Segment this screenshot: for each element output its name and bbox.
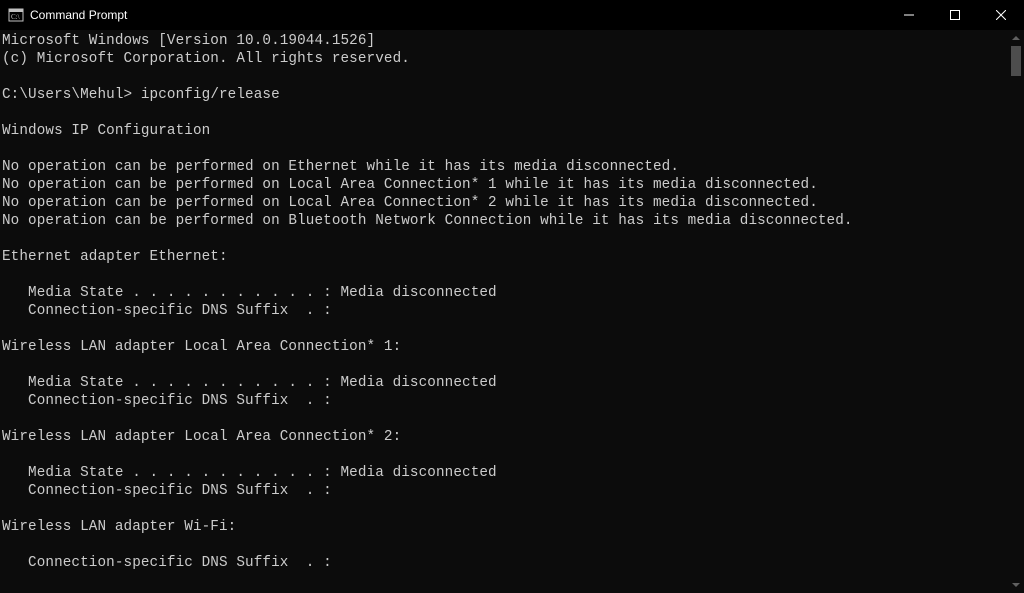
output-line: Microsoft Windows [Version 10.0.19044.15… [2, 33, 375, 49]
output-line: (c) Microsoft Corporation. All rights re… [2, 51, 410, 67]
scrollbar-track[interactable] [1008, 46, 1024, 577]
scrollbar-up-button[interactable] [1008, 30, 1024, 46]
output-line: Connection-specific DNS Suffix . : [2, 303, 332, 319]
output-line: No operation can be performed on Local A… [2, 195, 818, 211]
window-controls [886, 0, 1024, 30]
terminal-area[interactable]: Microsoft Windows [Version 10.0.19044.15… [0, 30, 1024, 593]
minimize-button[interactable] [886, 0, 932, 30]
maximize-button[interactable] [932, 0, 978, 30]
vertical-scrollbar[interactable] [1008, 30, 1024, 593]
output-line: Connection-specific DNS Suffix . : [2, 555, 332, 571]
window-titlebar[interactable]: C:\ Command Prompt [0, 0, 1024, 30]
terminal-output[interactable]: Microsoft Windows [Version 10.0.19044.15… [0, 30, 1024, 593]
output-line: No operation can be performed on Etherne… [2, 159, 679, 175]
output-line: Wireless LAN adapter Local Area Connecti… [2, 339, 401, 355]
window-title: Command Prompt [30, 8, 886, 22]
close-button[interactable] [978, 0, 1024, 30]
output-line: Media State . . . . . . . . . . . : Medi… [2, 285, 497, 301]
prompt-text: C:\Users\Mehul> [2, 87, 132, 103]
output-line: Wireless LAN adapter Wi-Fi: [2, 519, 236, 535]
output-line: No operation can be performed on Bluetoo… [2, 213, 853, 229]
output-line: Connection-specific DNS Suffix . : [2, 483, 332, 499]
svg-text:C:\: C:\ [11, 13, 20, 21]
command-text: ipconfig/release [132, 87, 280, 103]
scrollbar-thumb[interactable] [1011, 46, 1021, 76]
scrollbar-down-button[interactable] [1008, 577, 1024, 593]
output-line: Media State . . . . . . . . . . . : Medi… [2, 465, 497, 481]
output-line: Media State . . . . . . . . . . . : Medi… [2, 375, 497, 391]
output-line: Connection-specific DNS Suffix . : [2, 393, 332, 409]
output-line: Wireless LAN adapter Local Area Connecti… [2, 429, 401, 445]
output-line: Ethernet adapter Ethernet: [2, 249, 228, 265]
output-line: No operation can be performed on Local A… [2, 177, 818, 193]
cmd-icon: C:\ [8, 7, 24, 23]
output-line: Windows IP Configuration [2, 123, 210, 139]
